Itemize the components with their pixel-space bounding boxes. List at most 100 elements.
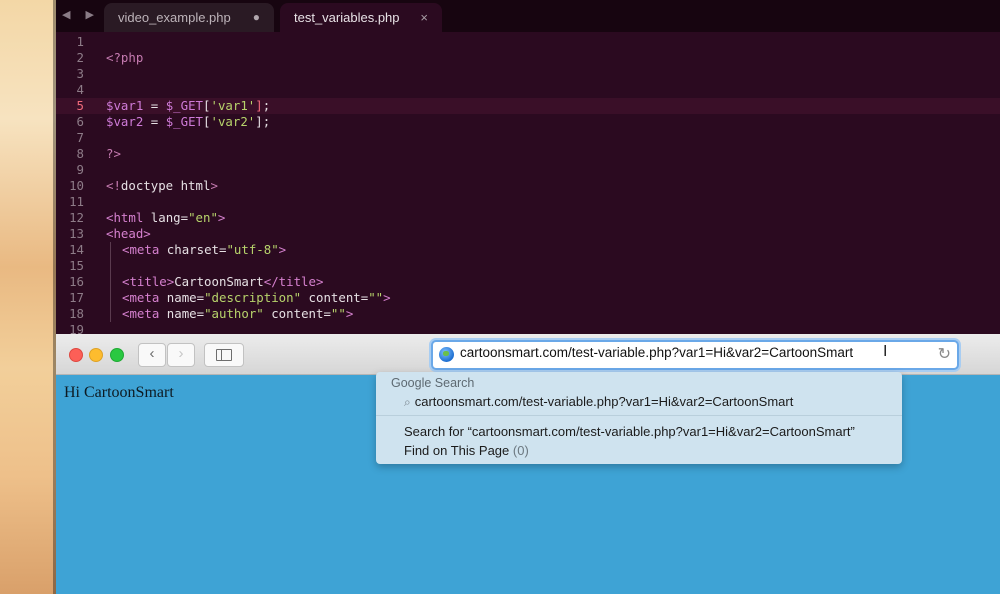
reload-icon[interactable]: ↻ [938,344,951,364]
code-token: <title> [122,274,175,289]
line-number: 4 [76,82,84,97]
line-number: 2 [76,50,84,65]
code-token: "description" [204,290,302,305]
code-token: 'var2' [210,114,256,129]
tab-label: video_example.php [118,10,231,25]
code-token: name= [159,306,205,321]
code-line[interactable]: 11 [56,194,1000,210]
forward-button[interactable]: › [167,343,195,367]
line-number: 1 [76,34,84,49]
code-line[interactable]: 17 <meta name="description" content=""> [56,290,1000,306]
code-token: <html [106,210,144,225]
address-bar[interactable]: cartoonsmart.com/test-variable.php?var1=… [431,340,959,370]
code-line[interactable]: 6 $var2 = $_GET['var2']; [56,114,1000,130]
code-line[interactable]: 1 [56,34,1000,50]
search-icon: ⌕ [404,395,411,409]
find-count: (0) [512,443,529,458]
code-token: $_GET [165,114,204,129]
code-token: doctype html [120,178,211,193]
code-line[interactable]: 13 <head> [56,226,1000,242]
line-source: <!doctype html> [106,178,218,194]
back-button[interactable]: ‹ [138,343,166,367]
line-source: <head> [106,226,151,242]
code-token: <head> [106,226,151,241]
line-source: <meta charset="utf-8"> [122,242,286,258]
line-number: 3 [76,66,84,81]
code-token: > [383,290,391,305]
line-source: <?php [106,50,143,66]
code-line[interactable]: 15 [56,258,1000,274]
code-token: "" [330,306,346,321]
indent-guide [110,290,111,306]
code-token: $var2 [106,114,144,129]
code-line[interactable]: 12 <html lang="en"> [56,210,1000,226]
code-token: = [143,98,166,113]
line-number: 8 [76,146,84,161]
code-token: name= [159,290,205,305]
close-window-button[interactable] [69,348,83,362]
code-token: ; [262,98,271,113]
code-token: CartoonSmart [174,274,264,289]
line-source: $var1 = $_GET['var1']; [106,98,270,114]
text-cursor-icon: I [883,343,888,360]
code-editor[interactable]: ◀ ▶ video_example.php ● test_variables.p… [56,0,1000,334]
code-token: > [217,210,226,225]
line-number: 7 [76,130,84,145]
code-token: 'var1' [210,98,256,113]
sidebar-button[interactable] [204,343,244,367]
code-area[interactable]: 1 2 <?php 3 4 5 $var1 = $_GET['var1']; 6 $var2 =… [56,34,1000,334]
line-number: 11 [69,194,84,209]
code-token: lang= [143,210,189,225]
code-line[interactable]: 4 [56,82,1000,98]
code-token: <meta [122,290,160,305]
code-token: ] [255,98,263,113]
search-for-item[interactable]: Search for “cartoonsmart.com/test-variab… [404,424,892,439]
code-token: "en" [188,210,218,225]
code-line[interactable]: 7 [56,130,1000,146]
sidebar-icon [216,349,232,361]
code-line[interactable]: 18 <meta name="author" content=""> [56,306,1000,322]
code-line[interactable]: 10 <!doctype html> [56,178,1000,194]
tab-test-variables[interactable]: test_variables.php × [280,3,442,32]
address-input[interactable]: cartoonsmart.com/test-variable.php?var1=… [460,345,853,360]
code-token: "author" [204,306,264,321]
code-line[interactable]: 3 [56,66,1000,82]
line-source: <title>CartoonSmart</title> [122,274,323,290]
line-number: 13 [69,226,84,241]
code-token: ]; [255,114,271,129]
address-suggestions-dropdown: Google Search ⌕ cartoonsmart.com/test-var… [376,372,902,464]
zoom-window-button[interactable] [110,348,124,362]
code-token: = [143,114,166,129]
code-token: charset= [159,242,227,257]
close-icon[interactable]: × [420,3,428,32]
code-line[interactable]: 5 $var1 = $_GET['var1']; [56,98,1000,114]
suggestion-text: cartoonsmart.com/test-variable.php?var1=… [414,394,794,409]
tab-video-example[interactable]: video_example.php ● [104,3,274,32]
line-source: <meta name="author" content=""> [122,306,353,322]
find-on-page-item[interactable]: Find on This Page (0) [404,443,529,458]
line-number: 12 [69,210,84,225]
line-number: 19 [69,322,84,334]
find-on-page-label: Find on This Page [404,443,510,458]
browser-toolbar: ‹ › cartoonsmart.com/test-variable.php?v… [56,334,1000,375]
modified-dot-icon[interactable]: ● [253,3,260,32]
minimize-window-button[interactable] [89,348,103,362]
code-token: <meta [122,242,160,257]
line-source: ?> [106,146,121,162]
line-source: <meta name="description" content=""> [122,290,391,306]
code-line[interactable]: 19 [56,322,1000,334]
code-token: "" [368,290,384,305]
code-line[interactable]: 8 ?> [56,146,1000,162]
code-line[interactable]: 16 <title>CartoonSmart</title> [56,274,1000,290]
line-number: 9 [76,162,84,177]
google-search-suggestion[interactable]: ⌕ cartoonsmart.com/test-variable.php?var1… [404,394,793,410]
indent-guide [110,258,111,274]
line-number: 18 [69,306,84,321]
editor-tab-bar: ◀ ▶ video_example.php ● test_variables.p… [56,0,1000,32]
tab-nav-arrows[interactable]: ◀ ▶ [62,8,100,21]
code-line[interactable]: 9 [56,162,1000,178]
code-line[interactable]: 14 <meta charset="utf-8"> [56,242,1000,258]
code-token: content= [301,290,369,305]
code-line[interactable]: 2 <?php [56,50,1000,66]
code-token: > [345,306,354,321]
